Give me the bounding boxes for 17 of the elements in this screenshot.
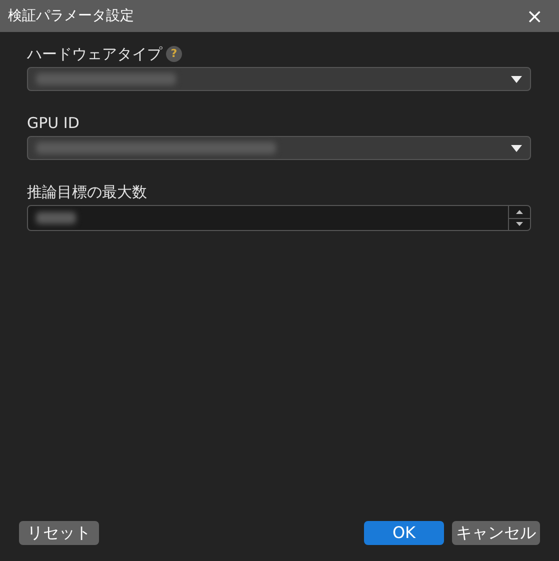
- field-label: 推論目標の最大数: [27, 182, 147, 202]
- blurred-value: [36, 212, 76, 224]
- down-arrow-icon: [516, 222, 523, 226]
- dropdown[interactable]: [27, 136, 531, 160]
- field-label: GPU ID: [27, 113, 80, 133]
- up-arrow-icon: [516, 210, 523, 214]
- caret-icon: [511, 76, 522, 82]
- number-field[interactable]: [27, 205, 531, 231]
- help-badge[interactable]: ?: [166, 46, 182, 62]
- dialog-button[interactable]: キャンセル: [452, 521, 540, 545]
- dropdown[interactable]: [27, 67, 531, 91]
- window-title: 検証パラメータ設定: [8, 6, 134, 26]
- dialog-button[interactable]: OK: [364, 521, 444, 545]
- caret-icon: [511, 144, 522, 152]
- close-button[interactable]: ×: [526, 6, 543, 26]
- field-label: ハードウェアタイプ: [27, 44, 162, 64]
- dialog-button[interactable]: リセット: [19, 521, 99, 545]
